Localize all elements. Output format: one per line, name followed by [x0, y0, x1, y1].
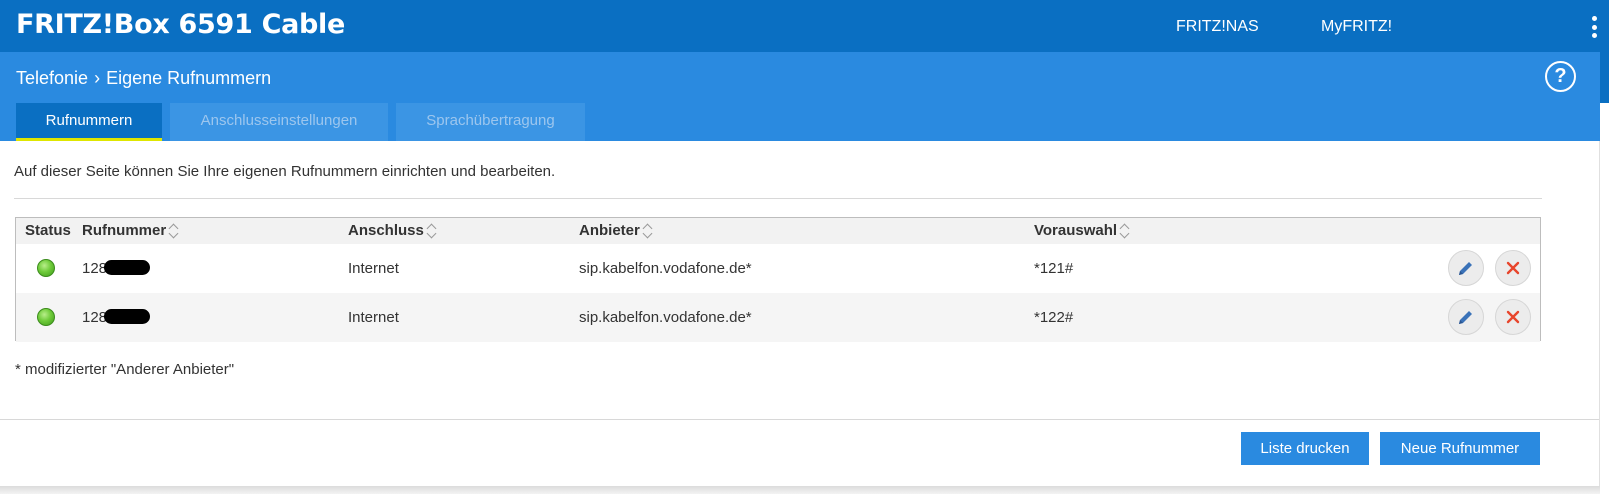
sort-icon: [169, 223, 179, 239]
status-ok-icon: [37, 259, 55, 277]
brand-title: FRITZ!Box 6591 Cable: [16, 9, 346, 40]
table-header: Status Rufnummer Anschluss Anbieter Vora…: [16, 218, 1540, 244]
tab-sprachuebertragung[interactable]: Sprachübertragung: [396, 103, 585, 141]
col-status: Status: [25, 222, 71, 239]
close-icon: [1506, 310, 1520, 324]
anschluss-cell: Internet: [348, 260, 399, 277]
breadcrumb-telefonie[interactable]: Telefonie: [16, 68, 88, 89]
myfritz-link[interactable]: MyFRITZ!: [1321, 18, 1392, 36]
tab-anschlusseinstellungen[interactable]: Anschlusseinstellungen: [170, 103, 388, 141]
sort-icon: [643, 223, 653, 239]
bottom-edge: [0, 486, 1600, 494]
main-content: Auf dieser Seite können Sie Ihre eigenen…: [0, 141, 1600, 486]
rufnummer-cell: 128: [82, 260, 151, 277]
anbieter-cell: sip.kabelfon.vodafone.de*: [579, 309, 752, 326]
new-number-button[interactable]: Neue Rufnummer: [1380, 432, 1540, 465]
pencil-icon: [1459, 262, 1472, 275]
help-icon[interactable]: ?: [1545, 61, 1576, 92]
top-bar: FRITZ!Box 6591 Cable FRITZ!NAS MyFRITZ!: [0, 0, 1609, 52]
rufnummer-cell: 128: [82, 309, 151, 326]
edit-button[interactable]: [1448, 299, 1484, 335]
sort-icon: [1120, 223, 1130, 239]
col-vorauswahl[interactable]: Vorauswahl: [1034, 222, 1130, 239]
scrollbar-strip: [1600, 52, 1609, 103]
sort-icon: [427, 223, 437, 239]
delete-button[interactable]: [1495, 250, 1531, 286]
tab-bar: Rufnummern Anschlusseinstellungen Sprach…: [16, 103, 585, 141]
divider: [14, 198, 1542, 199]
col-anbieter[interactable]: Anbieter: [579, 222, 653, 239]
anbieter-cell: sip.kabelfon.vodafone.de*: [579, 260, 752, 277]
anschluss-cell: Internet: [348, 309, 399, 326]
scrollbar-track: [1599, 141, 1609, 494]
print-list-button[interactable]: Liste drucken: [1241, 432, 1369, 465]
vorauswahl-cell: *122#: [1034, 309, 1074, 326]
pencil-icon: [1459, 311, 1472, 324]
breadcrumb: Telefonie › Eigene Rufnummern: [16, 68, 271, 89]
chevron-right-icon: ›: [94, 68, 101, 88]
divider: [0, 419, 1600, 420]
table-row: 128 Internet sip.kabelfon.vodafone.de* *…: [16, 244, 1540, 293]
phone-number-table: Status Rufnummer Anschluss Anbieter Vora…: [15, 217, 1541, 342]
navigation-bar: Telefonie › Eigene Rufnummern ? Rufnumme…: [0, 52, 1600, 141]
breadcrumb-current: Eigene Rufnummern: [106, 68, 272, 88]
footnote: * modifizierter "Anderer Anbieter": [15, 361, 235, 378]
col-anschluss[interactable]: Anschluss: [348, 222, 437, 239]
tab-rufnummern[interactable]: Rufnummern: [16, 103, 162, 141]
status-ok-icon: [37, 308, 55, 326]
vorauswahl-cell: *121#: [1034, 260, 1074, 277]
delete-button[interactable]: [1495, 299, 1531, 335]
col-rufnummer[interactable]: Rufnummer: [82, 222, 179, 239]
fritznas-link[interactable]: FRITZ!NAS: [1176, 18, 1259, 36]
intro-text: Auf dieser Seite können Sie Ihre eigenen…: [14, 163, 556, 180]
redaction-mark: [104, 260, 151, 275]
redaction-mark: [104, 309, 151, 324]
close-icon: [1506, 261, 1520, 275]
table-row: 128 Internet sip.kabelfon.vodafone.de* *…: [16, 293, 1540, 342]
kebab-menu-icon[interactable]: [1591, 16, 1597, 38]
edit-button[interactable]: [1448, 250, 1484, 286]
